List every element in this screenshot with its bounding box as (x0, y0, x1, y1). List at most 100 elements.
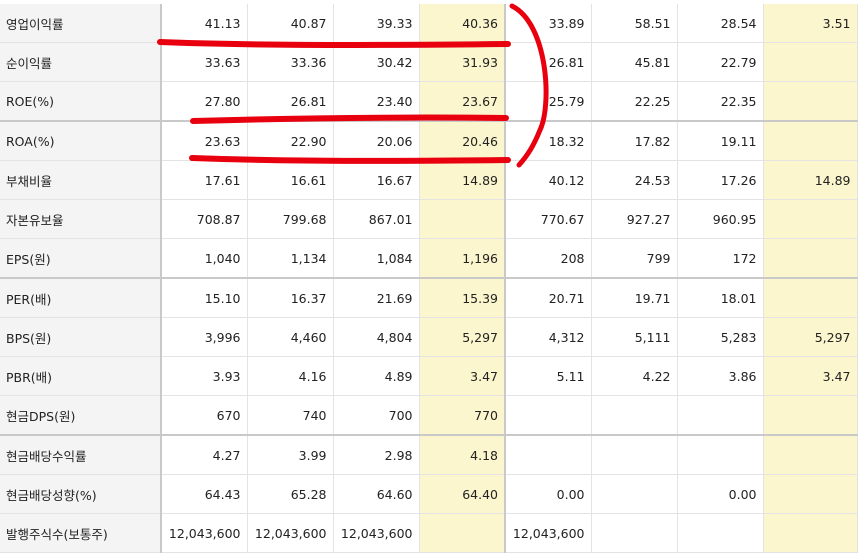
value-cell: 12,043,600 (161, 513, 248, 553)
table-row: ROE(%) 27.80 26.81 23.40 23.67 25.79 22.25 22.3… (0, 81, 858, 122)
value-cell: 4.16 (247, 356, 334, 396)
value-cell (591, 435, 678, 475)
value-cell: 740 (247, 395, 334, 436)
row-label: 현금배당수익률 (0, 435, 162, 475)
value-cell (591, 395, 678, 436)
value-cell: 770 (419, 395, 506, 436)
value-cell: 25.79 (505, 81, 592, 122)
value-cell (763, 42, 858, 82)
value-cell (591, 513, 678, 553)
value-cell: 3.99 (247, 435, 334, 475)
row-label: ROE(%) (0, 81, 162, 122)
value-cell: 799.68 (247, 199, 334, 239)
value-cell: 33.89 (505, 4, 592, 43)
value-cell: 960.95 (677, 199, 764, 239)
value-cell: 12,043,600 (333, 513, 420, 553)
table-row: 현금배당성향(%) 64.43 65.28 64.60 64.40 0.00 0.00 (0, 474, 858, 514)
value-cell: 18.01 (677, 278, 764, 318)
value-cell: 3.93 (161, 356, 248, 396)
value-cell: 17.82 (591, 121, 678, 161)
value-cell: 23.40 (333, 81, 420, 122)
value-cell: 40.12 (505, 160, 592, 200)
table-row: 발행주식수(보통주) 12,043,600 12,043,600 12,043,600… (0, 513, 858, 553)
value-cell: 22.25 (591, 81, 678, 122)
row-label: PBR(배) (0, 356, 162, 396)
value-cell: 23.67 (419, 81, 506, 122)
value-cell (419, 513, 506, 553)
table-row: BPS(원) 3,996 4,460 4,804 5,297 4,312 5,111 5,28… (0, 317, 858, 357)
value-cell: 1,084 (333, 238, 420, 279)
financial-ratio-table: 영업이익률 41.13 40.87 39.33 40.36 33.89 58.51 28.54… (0, 4, 858, 553)
value-cell: 4,312 (505, 317, 592, 357)
value-cell: 700 (333, 395, 420, 436)
row-label: 발행주식수(보통주) (0, 513, 162, 553)
row-label: BPS(원) (0, 317, 162, 357)
value-cell: 3,996 (161, 317, 248, 357)
value-cell: 16.67 (333, 160, 420, 200)
value-cell: 4.27 (161, 435, 248, 475)
row-label: EPS(원) (0, 238, 162, 279)
value-cell: 28.54 (677, 4, 764, 43)
row-label: 현금DPS(원) (0, 395, 162, 436)
value-cell: 5.11 (505, 356, 592, 396)
value-cell: 41.13 (161, 4, 248, 43)
value-cell: 27.80 (161, 81, 248, 122)
value-cell: 17.61 (161, 160, 248, 200)
value-cell: 18.32 (505, 121, 592, 161)
value-cell: 22.79 (677, 42, 764, 82)
value-cell (419, 199, 506, 239)
value-cell: 26.81 (247, 81, 334, 122)
value-cell: 5,283 (677, 317, 764, 357)
table-row: EPS(원) 1,040 1,134 1,084 1,196 208 799 172 (0, 238, 858, 279)
value-cell (677, 513, 764, 553)
value-cell (763, 81, 858, 122)
value-cell: 4.22 (591, 356, 678, 396)
row-label: 부채비율 (0, 160, 162, 200)
value-cell (763, 435, 858, 475)
value-cell: 172 (677, 238, 764, 279)
value-cell: 19.11 (677, 121, 764, 161)
table-row: ROA(%) 23.63 22.90 20.06 20.46 18.32 17.82 19.1… (0, 121, 858, 161)
table-body: 영업이익률 41.13 40.87 39.33 40.36 33.89 58.51 28.54… (0, 4, 858, 553)
value-cell: 867.01 (333, 199, 420, 239)
value-cell (763, 474, 858, 514)
value-cell: 39.33 (333, 4, 420, 43)
value-cell: 19.71 (591, 278, 678, 318)
value-cell: 33.36 (247, 42, 334, 82)
value-cell: 799 (591, 238, 678, 279)
value-cell: 3.86 (677, 356, 764, 396)
value-cell: 5,111 (591, 317, 678, 357)
value-cell: 0.00 (677, 474, 764, 514)
value-cell: 3.47 (419, 356, 506, 396)
value-cell: 20.71 (505, 278, 592, 318)
value-cell: 22.90 (247, 121, 334, 161)
table-row: PER(배) 15.10 16.37 21.69 15.39 20.71 19.71 18.0… (0, 278, 858, 318)
value-cell: 64.60 (333, 474, 420, 514)
value-cell: 17.26 (677, 160, 764, 200)
row-label: ROA(%) (0, 121, 162, 161)
value-cell (763, 238, 858, 279)
row-label: 자본유보율 (0, 199, 162, 239)
value-cell: 2.98 (333, 435, 420, 475)
value-cell: 15.39 (419, 278, 506, 318)
value-cell: 4.89 (333, 356, 420, 396)
value-cell: 58.51 (591, 4, 678, 43)
value-cell: 26.81 (505, 42, 592, 82)
row-label: 영업이익률 (0, 4, 162, 43)
value-cell (591, 474, 678, 514)
row-label: 순이익률 (0, 42, 162, 82)
value-cell: 927.27 (591, 199, 678, 239)
value-cell (677, 395, 764, 436)
value-cell: 20.46 (419, 121, 506, 161)
value-cell: 20.06 (333, 121, 420, 161)
value-cell: 208 (505, 238, 592, 279)
value-cell: 12,043,600 (505, 513, 592, 553)
value-cell: 30.42 (333, 42, 420, 82)
table-row: 순이익률 33.63 33.36 30.42 31.93 26.81 45.81 22.79 (0, 42, 858, 82)
value-cell: 670 (161, 395, 248, 436)
value-cell: 22.35 (677, 81, 764, 122)
value-cell: 23.63 (161, 121, 248, 161)
value-cell: 64.40 (419, 474, 506, 514)
value-cell: 5,297 (419, 317, 506, 357)
value-cell (763, 395, 858, 436)
